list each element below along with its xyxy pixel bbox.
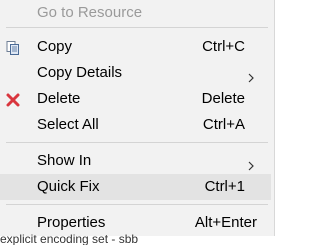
shortcut-text: Ctrl+C	[202, 38, 245, 55]
menu-item-label: Select All	[37, 116, 99, 133]
menu-item-label: Quick Fix	[37, 178, 100, 195]
menu-separator	[6, 142, 268, 143]
menu-item-label: Copy	[37, 38, 73, 55]
background-editor-text: explicit encoding set - sbb	[0, 233, 139, 245]
menu-item-label: Go to Resource	[37, 4, 143, 21]
copy-icon	[5, 39, 21, 55]
menu-item-select-all[interactable]: Select All Ctrl+A	[0, 112, 271, 138]
menu-separator	[6, 27, 268, 28]
menu-item-show-in[interactable]: Show In	[0, 148, 271, 174]
context-menu: Go to Resource Copy Ctrl+C Copy Details	[0, 0, 275, 236]
menu-item-label: Copy Details	[37, 64, 123, 81]
menu-item-copy-details[interactable]: Copy Details	[0, 60, 271, 86]
menu-separator	[6, 204, 268, 205]
shortcut-text: Delete	[201, 90, 245, 107]
shortcut-text: Ctrl+1	[204, 178, 245, 195]
shortcut-text: Alt+Enter	[194, 214, 257, 231]
menu-item-quick-fix[interactable]: Quick Fix Ctrl+1	[0, 174, 271, 200]
shortcut-text: Ctrl+A	[202, 116, 245, 133]
menu-item-go-to-resource: Go to Resource	[0, 0, 271, 26]
menu-item-copy[interactable]: Copy Ctrl+C	[0, 34, 271, 60]
menu-item-label: Delete	[37, 90, 81, 107]
menu-item-label: Show In	[37, 152, 92, 169]
delete-x-icon	[5, 91, 21, 107]
chevron-right-icon	[245, 67, 257, 83]
menu-item-delete[interactable]: Delete Delete	[0, 86, 271, 112]
chevron-right-icon	[245, 155, 257, 171]
